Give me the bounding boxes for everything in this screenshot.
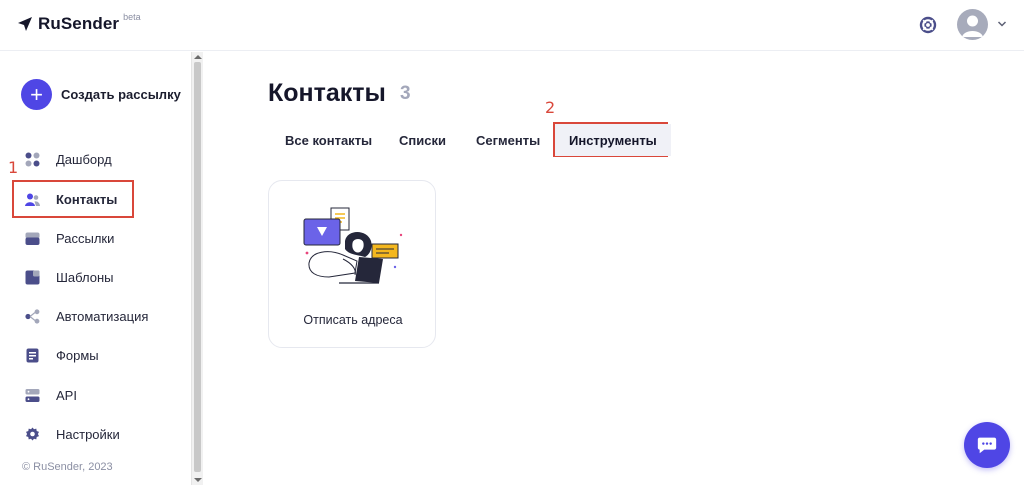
sidebar-item-automation[interactable]: Автоматизация [12, 297, 148, 335]
sidebar: + Создать рассылку Дашборд Контакты Расс… [0, 52, 191, 485]
api-icon [25, 388, 40, 402]
tab-segments[interactable]: Сегменты [462, 124, 554, 156]
tab-tools[interactable]: Инструменты [555, 124, 671, 156]
tab-lists[interactable]: Списки [385, 124, 460, 156]
sidebar-item-settings[interactable]: Настройки [12, 415, 133, 453]
copyright: © RuSender, 2023 [22, 461, 113, 473]
tool-card-label: Отписать адреса [303, 313, 403, 327]
contacts-icon [25, 193, 40, 206]
sidebar-item-forms[interactable]: Формы [12, 336, 133, 374]
tab-all-contacts[interactable]: Все контакты [271, 124, 386, 156]
sidebar-item-contacts[interactable]: Контакты [12, 180, 133, 218]
chat-button[interactable] [964, 422, 1010, 468]
user-avatar-icon [962, 15, 983, 37]
automation-icon [25, 308, 40, 324]
paper-plane-icon [18, 17, 32, 31]
annotation-marker-2: 2 [545, 98, 556, 117]
sidebar-item-api[interactable]: API [12, 376, 133, 414]
person-at-laptop-illustration [303, 207, 403, 284]
top-bar: RuSender beta [0, 0, 1024, 51]
sidebar-item-label: Рассылки [56, 230, 115, 246]
dashboard-icon [25, 152, 40, 166]
create-mailing-label: Создать рассылку [61, 87, 181, 102]
annotation-marker-1: 1 [8, 158, 19, 177]
sidebar-item-label: Автоматизация [56, 308, 149, 324]
templates-icon [25, 270, 40, 284]
sidebar-item-label: Настройки [56, 426, 120, 442]
sidebar-scrollbar[interactable] [191, 52, 203, 485]
logo[interactable]: RuSender beta [17, 12, 141, 34]
sidebar-item-label: Дашборд [56, 151, 112, 167]
scroll-thumb[interactable] [194, 62, 201, 472]
sidebar-item-label: API [56, 387, 77, 403]
sidebar-item-label: Формы [56, 347, 99, 363]
scroll-up-icon[interactable] [194, 55, 202, 59]
sidebar-item-dashboard[interactable]: Дашборд [12, 140, 133, 178]
sidebar-item-mailings[interactable]: Рассылки [12, 219, 133, 257]
app-name: RuSender [38, 14, 120, 33]
chat-bubble-icon [977, 437, 997, 454]
beta-badge: beta [123, 12, 141, 22]
scroll-down-icon[interactable] [194, 478, 202, 482]
sidebar-item-label: Контакты [56, 191, 118, 207]
mailings-icon [25, 232, 40, 245]
contacts-count: 3 [400, 83, 411, 104]
forms-icon [26, 348, 39, 362]
settings-icon [26, 427, 39, 440]
create-mailing-button[interactable]: + Создать рассылку [21, 79, 181, 110]
lifebuoy-icon[interactable] [919, 16, 937, 34]
chevron-down-icon[interactable] [997, 20, 1007, 28]
page-title: Контакты [268, 79, 386, 107]
sidebar-item-label: Шаблоны [56, 269, 114, 285]
user-avatar[interactable] [957, 9, 988, 40]
sidebar-item-templates[interactable]: Шаблоны [12, 258, 133, 296]
plus-icon: + [21, 79, 52, 110]
tool-card-unsubscribe[interactable]: Отписать адреса [268, 180, 436, 348]
